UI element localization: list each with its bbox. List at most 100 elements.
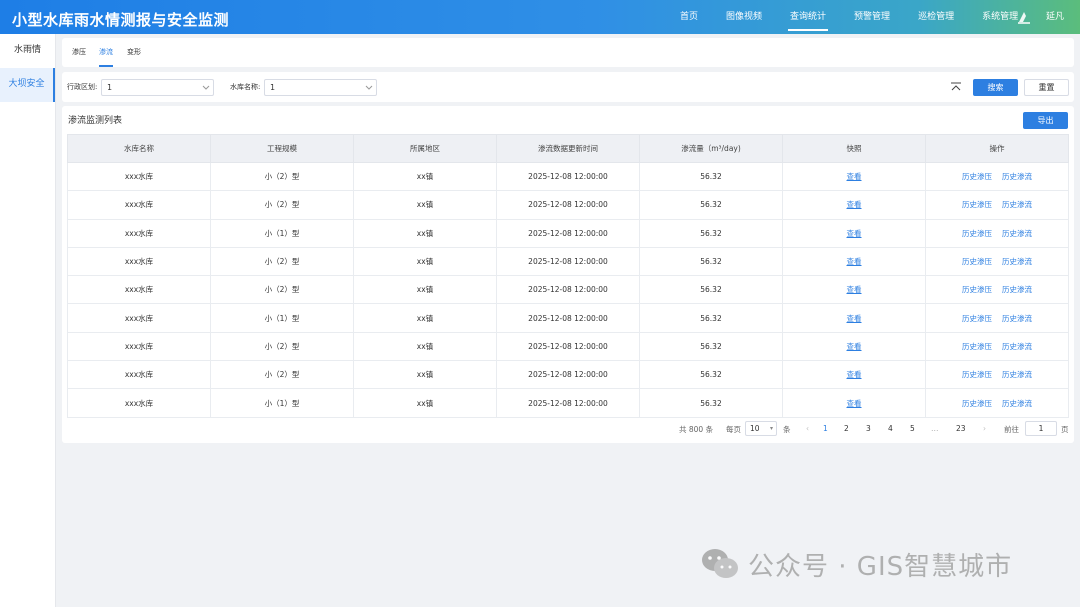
nav-inspection[interactable]: 巡检管理 (904, 0, 968, 34)
history-seepage-pressure-link[interactable]: 历史渗压 (962, 172, 992, 181)
history-seepage-pressure-link[interactable]: 历史渗压 (962, 399, 992, 408)
history-seepage-flow-link[interactable]: 历史渗流 (1002, 229, 1032, 238)
chevron-down-icon: ▾ (769, 425, 773, 432)
history-seepage-pressure-link[interactable]: 历史渗压 (962, 370, 992, 379)
history-seepage-flow-link[interactable]: 历史渗流 (1002, 257, 1032, 266)
history-seepage-pressure-link[interactable]: 历史渗压 (962, 229, 992, 238)
history-seepage-pressure-link[interactable]: 历史渗压 (962, 285, 992, 294)
nav-video[interactable]: 图像视频 (712, 0, 776, 34)
page-3[interactable]: 3 (866, 424, 871, 433)
region-label: 行政区划: (67, 83, 98, 91)
history-seepage-flow-link[interactable]: 历史渗流 (1002, 399, 1032, 408)
view-snapshot-link[interactable]: 查看 (847, 229, 862, 238)
pagination-total: 共 800 条 (679, 425, 714, 434)
cell-reservoir-name: xxx水库 (67, 246, 211, 277)
pagination: 共 800 条 每页 10 ▾ 条 ‹ 1 2 3 4 5 … 23 › 前往 … (62, 420, 1074, 438)
chevron-down-icon (365, 85, 373, 90)
page-1[interactable]: 1 (823, 424, 828, 433)
history-seepage-flow-link[interactable]: 历史渗流 (1002, 314, 1032, 323)
reset-button[interactable]: 重置 (1024, 79, 1069, 96)
page-4[interactable]: 4 (888, 424, 893, 433)
cell-reservoir-name: xxx水库 (67, 331, 211, 362)
cell-region: xx镇 (353, 246, 497, 277)
cell-reservoir-name: xxx水库 (67, 161, 211, 192)
cell-snapshot: 查看 (782, 161, 926, 192)
search-button[interactable]: 搜索 (973, 79, 1018, 96)
region-select[interactable]: 1 (101, 79, 214, 96)
watermark: 公众号 · GIS智慧城市 (700, 544, 1012, 584)
view-snapshot-link[interactable]: 查看 (847, 257, 862, 266)
tab-seepage-pressure[interactable]: 渗压 (72, 38, 86, 67)
export-button[interactable]: 导出 (1023, 112, 1068, 129)
sidebar-item-rain-water[interactable]: 水雨情 (0, 34, 55, 68)
view-snapshot-link[interactable]: 查看 (847, 342, 862, 351)
history-seepage-flow-link[interactable]: 历史渗流 (1002, 342, 1032, 351)
cell-snapshot: 查看 (782, 275, 926, 305)
page-ellipsis[interactable]: … (931, 424, 939, 433)
history-seepage-pressure-link[interactable]: 历史渗压 (962, 200, 992, 209)
view-snapshot-link[interactable]: 查看 (847, 314, 862, 323)
cell-update-time: 2025-12-08 12:00:00 (496, 218, 640, 248)
page-2[interactable]: 2 (844, 424, 849, 433)
cell-seepage-flow: 56.32 (639, 275, 783, 305)
cell-region: xx镇 (353, 161, 497, 192)
filter-bar: 行政区划: 1 水库名称: 1 搜索 重置 (62, 72, 1074, 102)
region-select-value: 1 (107, 83, 113, 92)
app-title: 小型水库雨水情测报与安全监测 (12, 11, 230, 29)
jump-suffix: 页 (1061, 425, 1069, 434)
cell-seepage-flow: 56.32 (639, 303, 783, 333)
nav-warning[interactable]: 预警管理 (840, 0, 904, 34)
history-seepage-pressure-link[interactable]: 历史渗压 (962, 342, 992, 351)
nav-home[interactable]: 首页 (666, 0, 712, 34)
history-seepage-pressure-link[interactable]: 历史渗压 (962, 314, 992, 323)
sidebar-item-dam-safety[interactable]: 大坝安全 (0, 68, 55, 102)
history-seepage-flow-link[interactable]: 历史渗流 (1002, 200, 1032, 209)
col-seepage-flow: 渗流量（m³/day) (639, 134, 783, 163)
table-row: xxx水库 小（2）型 xx镇 2025-12-08 12:00:00 56.32 查看 历… (67, 246, 1069, 277)
pagination-per-page-prefix: 每页 (726, 425, 741, 434)
collapse-filter-icon[interactable] (950, 81, 962, 93)
page-size-select[interactable]: 10 ▾ (745, 421, 777, 436)
cell-project-scale: 小（2）型 (210, 331, 354, 362)
cell-reservoir-name: xxx水库 (67, 275, 211, 305)
next-page-button[interactable]: › (983, 424, 986, 433)
view-snapshot-link[interactable]: 查看 (847, 370, 862, 379)
view-snapshot-link[interactable]: 查看 (847, 172, 862, 181)
cell-actions: 历史渗压 历史渗流 (925, 218, 1069, 248)
cell-snapshot: 查看 (782, 190, 926, 220)
pagination-per-page-suffix: 条 (783, 425, 791, 434)
tab-seepage-flow[interactable]: 渗流 (99, 38, 113, 67)
history-seepage-pressure-link[interactable]: 历史渗压 (962, 257, 992, 266)
page-jump-input[interactable]: 1 (1025, 421, 1057, 436)
table-row: xxx水库 小（2）型 xx镇 2025-12-08 12:00:00 56.32 查看 历… (67, 331, 1069, 362)
user-name[interactable]: 延凡 (1046, 0, 1064, 34)
nav-query-stats[interactable]: 查询统计 (776, 0, 840, 34)
history-seepage-flow-link[interactable]: 历史渗流 (1002, 172, 1032, 181)
view-snapshot-link[interactable]: 查看 (847, 399, 862, 408)
cell-snapshot: 查看 (782, 303, 926, 333)
cell-project-scale: 小（1）型 (210, 218, 354, 248)
history-seepage-flow-link[interactable]: 历史渗流 (1002, 285, 1032, 294)
cell-region: xx镇 (353, 218, 497, 248)
cell-project-scale: 小（2）型 (210, 190, 354, 220)
view-snapshot-link[interactable]: 查看 (847, 200, 862, 209)
cell-snapshot: 查看 (782, 388, 926, 418)
col-actions: 操作 (925, 134, 1069, 163)
page-23[interactable]: 23 (956, 424, 966, 433)
reservoir-select[interactable]: 1 (264, 79, 377, 96)
page-5[interactable]: 5 (910, 424, 915, 433)
tab-deformation[interactable]: 变形 (127, 38, 141, 67)
cell-reservoir-name: xxx水库 (67, 190, 211, 220)
history-seepage-flow-link[interactable]: 历史渗流 (1002, 370, 1032, 379)
user-avatar-icon[interactable] (1016, 9, 1032, 25)
cell-region: xx镇 (353, 275, 497, 305)
cell-update-time: 2025-12-08 12:00:00 (496, 190, 640, 220)
seepage-list-panel: 渗流监测列表 导出 水库名称 工程规模 所属地区 渗流数据更新时间 渗流量（m³… (62, 106, 1074, 443)
view-snapshot-link[interactable]: 查看 (847, 285, 862, 294)
cell-seepage-flow: 56.32 (639, 161, 783, 192)
cell-snapshot: 查看 (782, 246, 926, 277)
watermark-text: 公众号 · GIS智慧城市 (748, 551, 1013, 582)
prev-page-button[interactable]: ‹ (806, 424, 809, 433)
top-header: 小型水库雨水情测报与安全监测 首页 图像视频 查询统计 预警管理 巡检管理 系统… (0, 0, 1080, 34)
cell-actions: 历史渗压 历史渗流 (925, 303, 1069, 333)
